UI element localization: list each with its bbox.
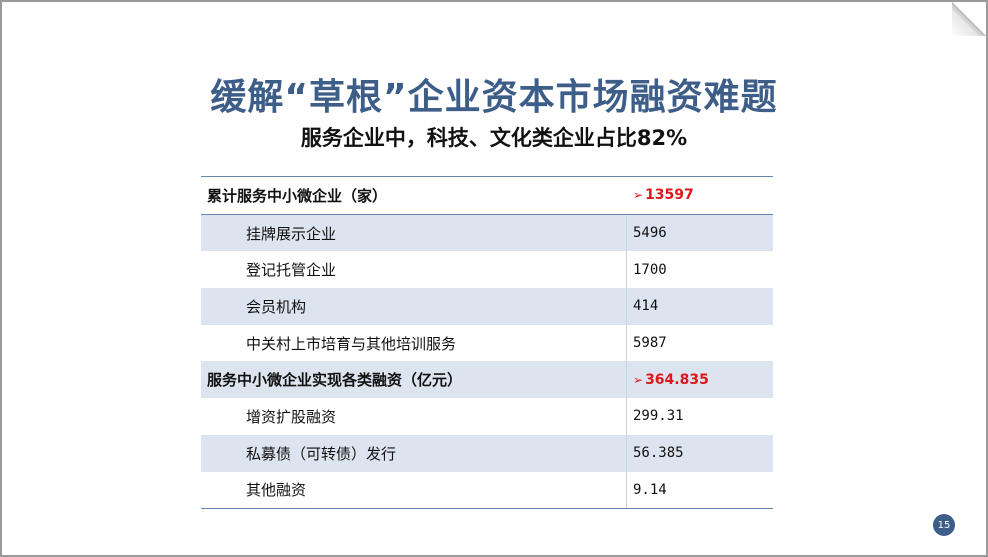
row-label: 增资扩股融资: [246, 407, 337, 426]
table-row: 会员机构 414: [201, 288, 773, 325]
row-label: 其他融资: [246, 481, 307, 500]
row-value: 5987: [633, 335, 667, 352]
column-divider: [626, 214, 627, 252]
table-row: 挂牌展示企业 5496: [201, 214, 773, 252]
row-label: 会员机构: [246, 297, 307, 316]
row-label: 登记托管企业: [246, 261, 337, 280]
table-row: 其他融资 9.14: [201, 471, 773, 509]
column-divider: [626, 471, 627, 509]
section-label: 累计服务中小微企业（家）: [207, 186, 388, 205]
column-divider: [626, 288, 627, 325]
section-value-text: 13597: [645, 187, 694, 204]
table-row: 登记托管企业 1700: [201, 251, 773, 289]
row-value: 9.14: [633, 481, 667, 498]
slide-title: 缓解“草根”企业资本市场融资难题: [210, 77, 778, 118]
data-table: 累计服务中小微企业（家） ➢ 13597 挂牌展示企业 5496 登记托管企业 …: [201, 176, 773, 510]
row-label: 挂牌展示企业: [246, 224, 337, 243]
section-value: ➢ 364.835: [633, 361, 709, 398]
row-label: 中关村上市培育与其他培训服务: [246, 334, 457, 353]
column-divider: [626, 434, 627, 472]
column-divider: [626, 251, 627, 289]
row-label: 私募债（可转债）发行: [246, 444, 397, 463]
row-value: 5496: [633, 225, 667, 242]
section-value: ➢ 13597: [633, 177, 694, 214]
arrow-icon: ➢: [633, 188, 644, 203]
page-number-badge: 15: [933, 514, 955, 536]
table-row: 私募债（可转债）发行 56.385: [201, 434, 773, 472]
slide-subtitle: 服务企业中，科技、文化类企业占比82%: [300, 126, 688, 150]
table-row: 中关村上市培育与其他培训服务 5987: [201, 324, 773, 362]
column-divider: [626, 324, 627, 362]
section-label: 服务中小微企业实现各类融资（亿元）: [207, 371, 463, 390]
row-value: 414: [633, 298, 659, 315]
table-section-header: 累计服务中小微企业（家） ➢ 13597: [201, 177, 773, 215]
table-row: 增资扩股融资 299.31: [201, 398, 773, 435]
row-value: 299.31: [633, 408, 684, 425]
row-value: 1700: [633, 261, 667, 278]
column-divider: [626, 361, 627, 399]
slide: 缓解“草根”企业资本市场融资难题 服务企业中，科技、文化类企业占比82% 累计服…: [0, 0, 988, 557]
section-value-text: 364.835: [645, 371, 709, 388]
arrow-icon: ➢: [633, 372, 644, 387]
page-corner-fold: [952, 2, 986, 36]
column-divider: [626, 398, 627, 435]
row-value: 56.385: [633, 445, 684, 462]
table-section-header: 服务中小微企业实现各类融资（亿元） ➢ 364.835: [201, 361, 773, 399]
